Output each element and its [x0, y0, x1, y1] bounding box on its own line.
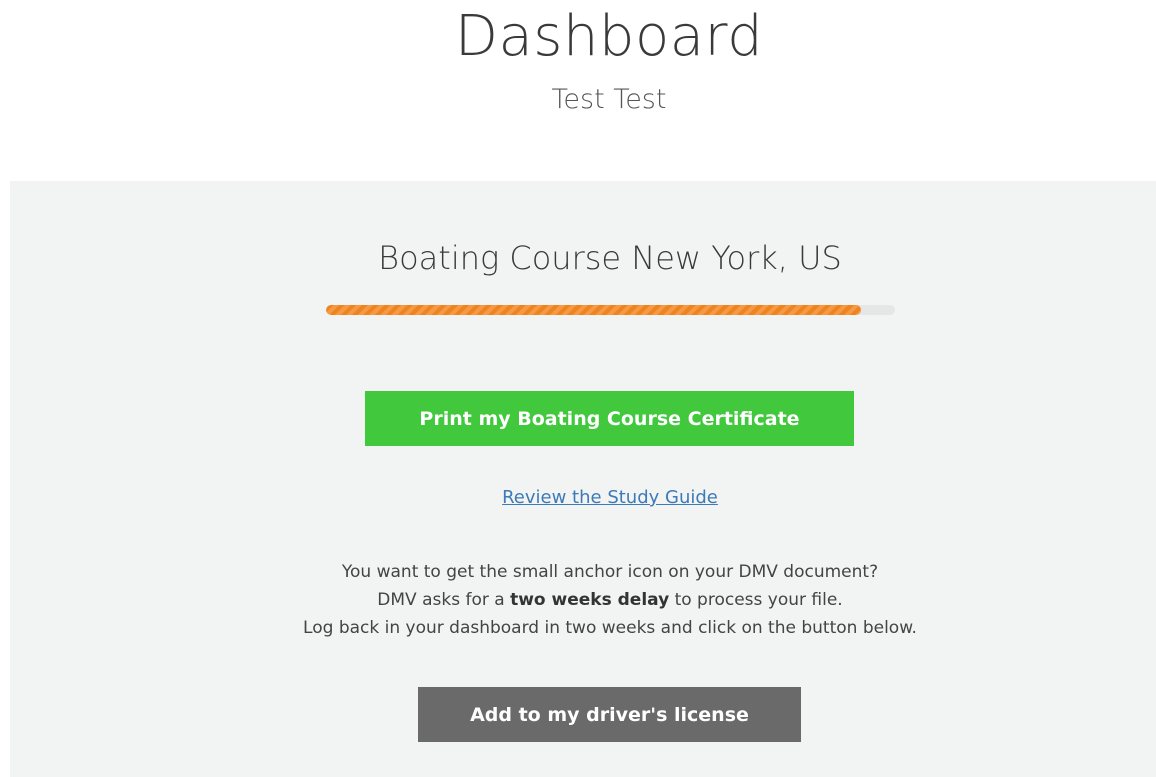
page-title: Dashboard	[454, 4, 764, 69]
user-name: Test Test	[551, 84, 667, 115]
info-line-1: You want to get the small anchor icon on…	[341, 562, 879, 582]
info-line-2-suffix: to process your file.	[669, 590, 843, 610]
course-panel: Boating Course New York, US Print my Boa…	[10, 181, 1156, 777]
course-title: Boating Course New York, US	[378, 239, 842, 277]
info-line-3: Log back in your dashboard in two weeks …	[303, 618, 917, 638]
study-guide-link[interactable]: Review the Study Guide	[10, 487, 1156, 508]
add-to-license-button[interactable]: Add to my driver's license	[418, 687, 801, 742]
print-certificate-button[interactable]: Print my Boating Course Certificate	[365, 391, 854, 446]
info-line-2-bold: two weeks delay	[510, 590, 670, 610]
info-line-2-prefix: DMV asks for a	[377, 590, 511, 610]
course-progress-fill	[326, 305, 861, 315]
info-line-2: DMV asks for a two weeks delay to proces…	[10, 586, 1156, 614]
license-info-text: You want to get the small anchor icon on…	[10, 558, 1156, 642]
course-progress-bar	[326, 305, 895, 315]
